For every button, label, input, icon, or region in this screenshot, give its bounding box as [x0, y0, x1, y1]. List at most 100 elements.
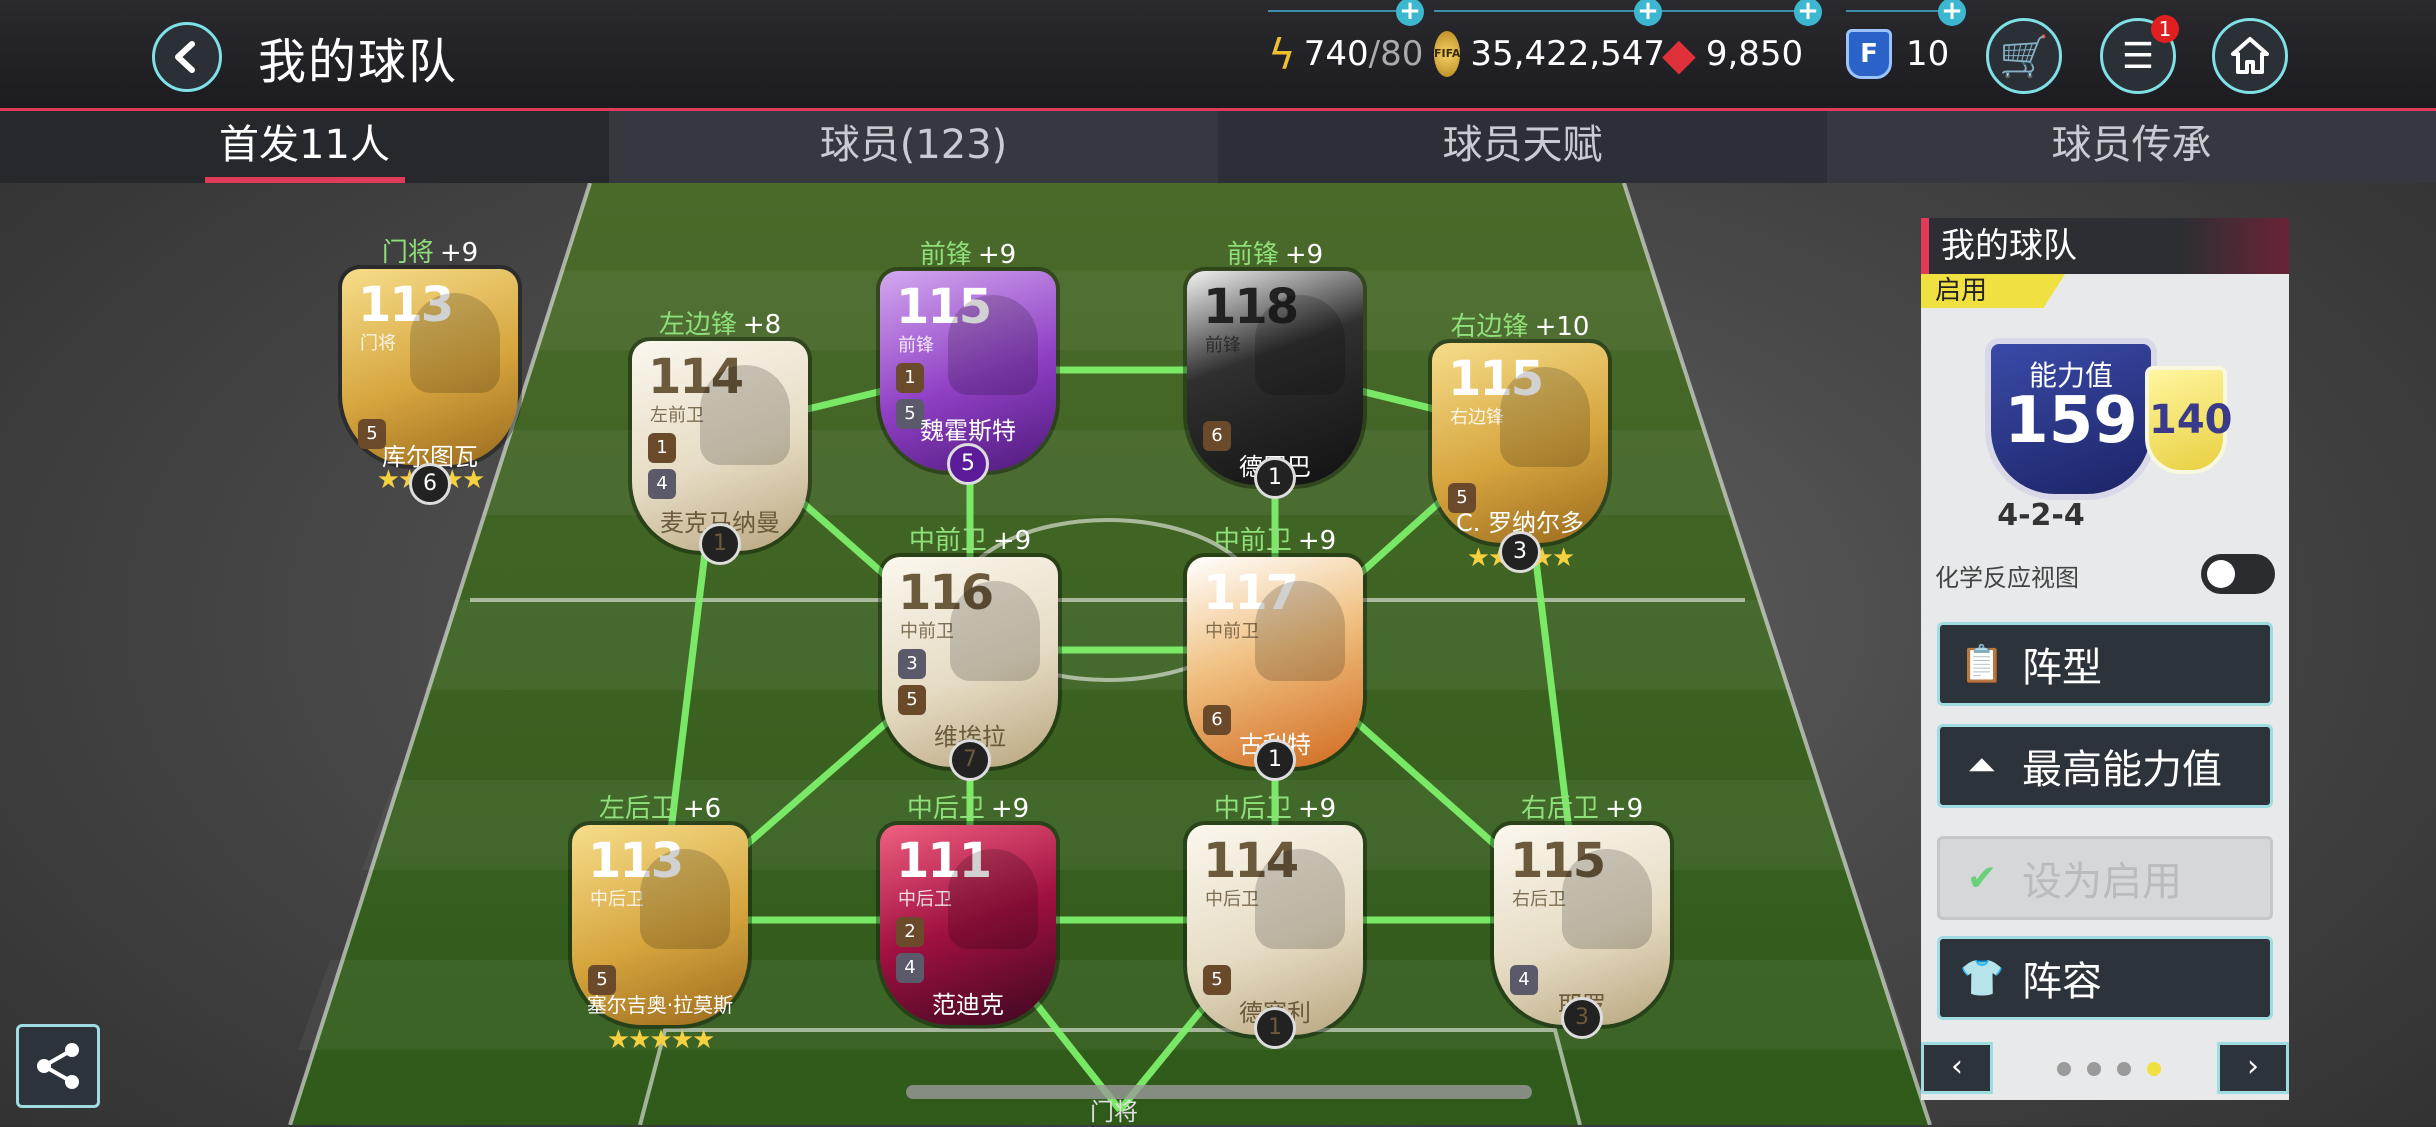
formation-button[interactable]: 📋 阵型: [1937, 622, 2273, 706]
skill-chip: 5: [1203, 965, 1231, 995]
add-coins-button[interactable]: +: [1634, 0, 1662, 26]
player-card[interactable]: 113 门将 5 库尔图瓦 ★★★★★ 6: [342, 269, 518, 505]
player-slot-st-right[interactable]: 前锋+9 118 前锋 6 德罗巴 1: [1175, 234, 1375, 499]
tab-player-talents[interactable]: 球员天赋: [1218, 111, 1827, 183]
player-portrait: [950, 581, 1040, 681]
player-card[interactable]: 113 中后卫 5 塞尔吉奥·拉莫斯 ★★★★★: [572, 825, 748, 1055]
player-slot-gk[interactable]: 门将+9 113 门将 5 库尔图瓦 ★★★★★ 6: [330, 232, 530, 505]
tab-bar: 首发11人 球员(123) 球员天赋 球员传承: [0, 111, 2436, 183]
top-bar: 我的球队 ϟ 740/80 + FIFA 35,422,547 + ◆ 9,85…: [0, 0, 2436, 111]
position-label: 右后卫 +9: [1520, 794, 1644, 824]
player-card[interactable]: 114 左前卫 1 4 麦克马纳曼 1: [632, 341, 808, 565]
player-slot-rb[interactable]: 右后卫+9 115 右后卫 4 耶罗 3: [1482, 788, 1682, 1039]
player-position-abbr: 中前卫: [1205, 621, 1259, 642]
skill-chip: 3: [898, 649, 926, 679]
prev-page-button[interactable]: ‹: [1921, 1042, 1993, 1094]
page-title: 我的球队: [258, 34, 459, 90]
player-card[interactable]: 114 中后卫 5 德塞利 1: [1187, 825, 1363, 1049]
player-card[interactable]: 115 右边锋 5 C. 罗纳尔多 ★★★★★ 3: [1432, 343, 1608, 573]
position-label: 前锋 +9: [1226, 240, 1324, 270]
add-f-points-button[interactable]: +: [1938, 0, 1966, 26]
f-points-icon: F: [1846, 29, 1892, 79]
star-rating-icon: ★★★★★: [606, 1025, 716, 1055]
best-rating-button-label: 最高能力值: [2022, 747, 2222, 793]
player-position-abbr: 前锋: [898, 335, 934, 356]
tab-starting-eleven[interactable]: 首发11人: [0, 111, 609, 183]
home-button[interactable]: [2212, 18, 2288, 94]
tasks-button[interactable]: ☰ 1: [2100, 15, 2179, 94]
position-label: 中后卫 +9: [1213, 794, 1337, 824]
player-position-abbr: 右边锋: [1450, 407, 1504, 428]
player-name: 魏霍斯特: [920, 417, 1016, 445]
back-button[interactable]: [152, 22, 222, 92]
position-label: 左后卫 +6: [598, 794, 722, 824]
page-dot: [2117, 1062, 2131, 1076]
player-card[interactable]: 117 中前卫 6 古利特 1: [1187, 557, 1363, 781]
set-active-button-label: 设为启用: [2022, 859, 2182, 905]
position-label: 右边锋 +10: [1450, 312, 1590, 342]
share-icon: [37, 1043, 79, 1089]
player-portrait: [1255, 581, 1345, 681]
set-active-button[interactable]: ✔ 设为启用: [1937, 836, 2273, 920]
home-indicator[interactable]: [906, 1085, 1532, 1099]
f-points-value: 10: [1906, 34, 1950, 74]
player-slot-cb-right[interactable]: 中后卫+9 114 中后卫 5 德塞利 1: [1175, 788, 1375, 1049]
secondary-rating-badge: 140: [2145, 366, 2233, 474]
next-page-button[interactable]: ›: [2217, 1042, 2289, 1094]
rating-value: 159: [2004, 384, 2138, 458]
share-button[interactable]: [16, 1024, 100, 1108]
position-label: 前锋 +9: [919, 240, 1017, 270]
tab-players[interactable]: 球员(123): [609, 111, 1218, 183]
player-slot-lb[interactable]: 左后卫 +6 113 中后卫 5 塞尔吉奥·拉莫斯 ★★★★★: [560, 788, 760, 1055]
player-card[interactable]: 115 前锋 1 5 魏霍斯特 5: [880, 271, 1056, 485]
lightning-icon: ϟ: [1268, 29, 1296, 79]
upgrade-level: 5: [947, 443, 989, 485]
player-card[interactable]: 118 前锋 6 德罗巴 1: [1187, 271, 1363, 499]
player-portrait: [948, 849, 1038, 949]
add-energy-button[interactable]: +: [1396, 0, 1424, 26]
chem-view-toggle[interactable]: [2201, 554, 2275, 594]
gems-value: 9,850: [1705, 34, 1804, 74]
player-slot-st-left[interactable]: 前锋 +9 115 前锋 1 5 魏霍斯特 5: [868, 234, 1068, 485]
energy-max: /80: [1368, 34, 1424, 74]
player-slot-cb-left[interactable]: 中后卫 +9 111 中后卫 2 4 范迪克: [868, 788, 1068, 1025]
skill-chip: 4: [896, 953, 924, 983]
page-dot: [2087, 1062, 2101, 1076]
coins-display: FIFA 35,422,547 +: [1434, 0, 1665, 86]
player-position-abbr: 中后卫: [898, 889, 952, 910]
player-slot-rw[interactable]: 右边锋+10 115 右边锋 5 C. 罗纳尔多 ★★★★★ 3: [1420, 306, 1620, 573]
page-dot: [2057, 1062, 2071, 1076]
best-rating-button[interactable]: ⏶ 最高能力值: [1937, 724, 2273, 808]
position-label: 左边锋 +8: [658, 310, 782, 340]
player-slot-cm-left[interactable]: 中前卫 +9 116 中前卫 3 5 维埃拉 7: [870, 520, 1070, 781]
player-portrait: [410, 293, 500, 393]
skill-chip: 5: [898, 685, 926, 715]
squad-panel: 我的球队 启用 能力值 159 140 4-2-4 化学反应视图 📋 阵型 ⏶ …: [1921, 218, 2289, 1100]
chevron-right-icon: ›: [2247, 1049, 2259, 1084]
player-position-abbr: 左前卫: [650, 405, 704, 426]
chem-view-label: 化学反应视图: [1935, 564, 2079, 592]
add-gems-button[interactable]: +: [1794, 0, 1822, 26]
gems-display: ◆ 9,850 +: [1662, 0, 1822, 86]
player-position-abbr: 中前卫: [900, 621, 954, 642]
upgrade-level: 3: [1499, 531, 1541, 573]
player-card[interactable]: 115 右后卫 4 耶罗 3: [1494, 825, 1670, 1039]
f-points-display: F 10 +: [1846, 0, 1966, 86]
status-badge: 启用: [1921, 274, 2065, 308]
checklist-icon: ☰: [2121, 35, 2155, 77]
player-portrait: [1255, 849, 1345, 949]
player-name: 范迪克: [932, 991, 1004, 1019]
lineup-button[interactable]: 👕 阵容: [1937, 936, 2273, 1020]
player-slot-lw[interactable]: 左边锋+8 114 左前卫 1 4 麦克马纳曼 1: [620, 304, 820, 565]
fifa-coin-icon: FIFA: [1434, 31, 1461, 77]
store-button[interactable]: 🛒: [1986, 18, 2062, 94]
upgrade-level: 7: [949, 739, 991, 781]
player-position-abbr: 右后卫: [1512, 889, 1566, 910]
player-card[interactable]: 116 中前卫 3 5 维埃拉 7: [882, 557, 1058, 781]
energy-display: ϟ 740/80 +: [1268, 0, 1424, 86]
player-slot-cm-right[interactable]: 中前卫+9 117 中前卫 6 古利特 1: [1175, 520, 1375, 781]
upgrade-level: 3: [1561, 997, 1603, 1039]
tab-player-legacy[interactable]: 球员传承: [1827, 111, 2436, 183]
page-dot-active: [2147, 1062, 2161, 1076]
player-card[interactable]: 111 中后卫 2 4 范迪克: [880, 825, 1056, 1025]
